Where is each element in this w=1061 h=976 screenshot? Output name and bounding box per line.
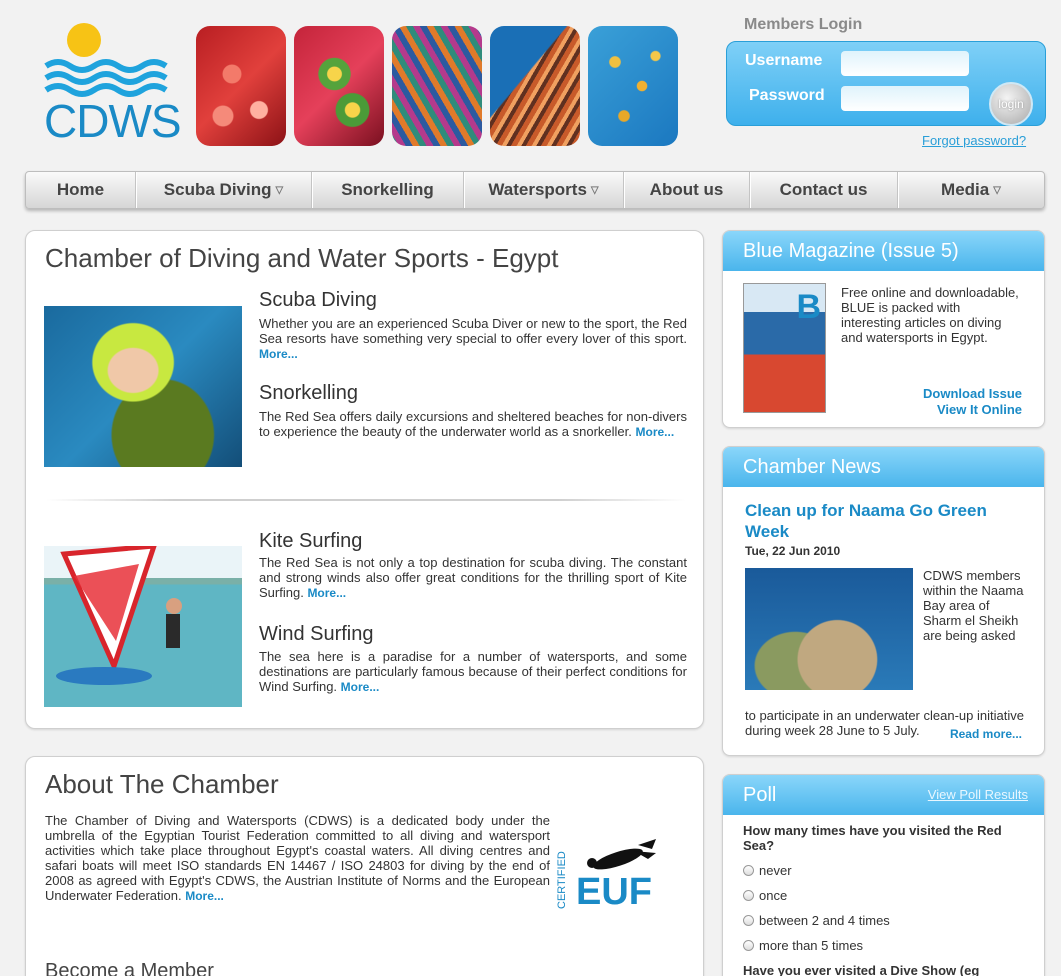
snorkelling-more-link[interactable]: More... [636,425,675,439]
coral-photo-3 [392,26,482,146]
news-read-more-link[interactable]: Read more... [950,727,1022,741]
snorkelling-heading: Snorkelling [259,382,358,404]
windsurf-sail-icon [56,543,182,685]
username-input[interactable] [841,51,969,76]
kite-surfing-heading: Kite Surfing [259,530,363,552]
poll-option-5plus[interactable]: more than 5 times [743,938,863,953]
coral-photo-5 [588,26,678,146]
magazine-cover-letter: B [796,288,821,326]
radio-icon [743,865,754,876]
coral-photo-4 [490,26,580,146]
scuba-diver-photo [44,306,242,467]
poll-option-once[interactable]: once [743,888,787,903]
news-headline-link[interactable]: Clean up for Naama Go Green Week [745,500,1015,542]
download-issue-link[interactable]: Download Issue [923,386,1022,401]
snorkelling-text: The Red Sea offers daily excursions and … [259,409,687,440]
scuba-more-link[interactable]: More... [259,347,298,361]
poll-box: Poll View Poll Results How many times hav… [722,774,1045,976]
page-title: Chamber of Diving and Water Sports - Egy… [45,243,559,273]
magazine-cover[interactable]: B [743,283,826,413]
snorkelling-body: The Red Sea offers daily excursions and … [259,409,687,439]
poll-option-label: between 2 and 4 times [759,913,890,928]
members-login-title: Members Login [744,16,863,33]
scuba-diving-heading: Scuba Diving [259,289,377,311]
view-online-link[interactable]: View It Online [937,402,1022,417]
poll-question: How many times have you visited the Red … [743,823,1002,853]
wind-more-link[interactable]: More... [341,680,380,694]
magazine-box: Blue Magazine (Issue 5) B Free online an… [722,230,1045,428]
nav-about-label: About us [649,180,724,199]
main-nav: Home Scuba Diving ▽ Snorkelling Waterspor… [25,171,1045,209]
wind-surfing-text: The sea here is a paradise for a number … [259,649,687,695]
nav-contact-us[interactable]: Contact us [750,172,898,208]
nav-media[interactable]: Media ▽ [898,172,1044,208]
nav-contact-label: Contact us [779,180,868,199]
scuba-diving-text: Whether you are an experienced Scuba Div… [259,316,687,362]
poll-option-2-4[interactable]: between 2 and 4 times [743,913,890,928]
password-input[interactable] [841,86,969,111]
chevron-down-icon: ▽ [993,184,1001,196]
news-date: Tue, 22 Jun 2010 [745,544,841,558]
section-divider [46,499,686,501]
login-form: Username Password login [726,41,1046,126]
poll-option-label: more than 5 times [759,938,864,953]
nav-scuba-diving[interactable]: Scuba Diving ▽ [136,172,312,208]
kite-more-link[interactable]: More... [307,586,346,600]
chevron-down-icon: ▽ [590,184,599,196]
about-body: The Chamber of Diving and Watersports (C… [45,813,550,903]
magazine-text: Free online and downloadable, BLUE is pa… [841,285,1019,345]
radio-icon [743,890,754,901]
news-coral-photo [745,568,913,690]
wind-surfing-heading: Wind Surfing [259,623,374,645]
become-member-heading: Become a Member [45,960,214,976]
radio-icon [743,940,754,951]
kite-surfing-text: The Red Sea is not only a top destinatio… [259,555,687,601]
logo-sun-waves-icon [44,23,168,97]
nav-watersports[interactable]: Watersports ▽ [464,172,624,208]
about-text: The Chamber of Diving and Watersports (C… [45,813,550,904]
cdws-logo[interactable]: CDWS [40,22,182,147]
main-content-panel: Chamber of Diving and Water Sports - Egy… [25,230,704,729]
chamber-news-title: Chamber News [723,447,1044,487]
poll-header: Poll View Poll Results [723,775,1044,815]
poll-title: Poll [743,784,777,806]
nav-home[interactable]: Home [26,172,136,208]
poll-next-question: Have you ever visited a Dive Show (eg [743,963,980,976]
about-more-link[interactable]: More... [185,889,224,903]
username-label: Username [745,52,823,69]
nav-scuba-label: Scuba Diving [163,180,272,199]
view-poll-results-link[interactable]: View Poll Results [928,775,1028,815]
nav-home-label: Home [56,180,105,199]
nav-snorkelling[interactable]: Snorkelling [312,172,464,208]
chamber-news-box: Chamber News Clean up for Naama Go Green… [722,446,1045,756]
password-label: Password [749,87,825,104]
coral-photo-2 [294,26,384,146]
forgot-password-link[interactable]: Forgot password? [922,133,1026,148]
nav-media-label: Media [941,180,990,199]
news-body-wrap: CDWS members within the Naama Bay area o… [923,568,1024,643]
login-button[interactable]: login [989,82,1033,126]
nav-watersports-label: Watersports [488,180,587,199]
wind-surfing-body: The sea here is a paradise for a number … [259,649,687,694]
chevron-down-icon: ▽ [275,184,284,196]
poll-option-never[interactable]: never [743,863,792,878]
poll-option-label: once [759,888,788,903]
euf-certified-badge: CERTIFIED EUF [556,839,676,919]
scuba-diving-body: Whether you are an experienced Scuba Div… [259,316,687,346]
magazine-title: Blue Magazine (Issue 5) [723,231,1044,271]
diver-silhouette-icon [587,839,656,870]
logo-text: CDWS [44,95,182,147]
nav-about-us[interactable]: About us [624,172,750,208]
badge-certified-text: CERTIFIED [556,851,568,909]
coral-photo-1 [196,26,286,146]
nav-snorkelling-label: Snorkelling [341,180,434,199]
poll-option-label: never [759,863,792,878]
badge-euf-text: EUF [576,871,652,913]
about-title: About The Chamber [45,769,279,799]
windsurfer-photo [44,543,242,707]
radio-icon [743,915,754,926]
about-panel: About The Chamber The Chamber of Diving … [25,756,704,976]
